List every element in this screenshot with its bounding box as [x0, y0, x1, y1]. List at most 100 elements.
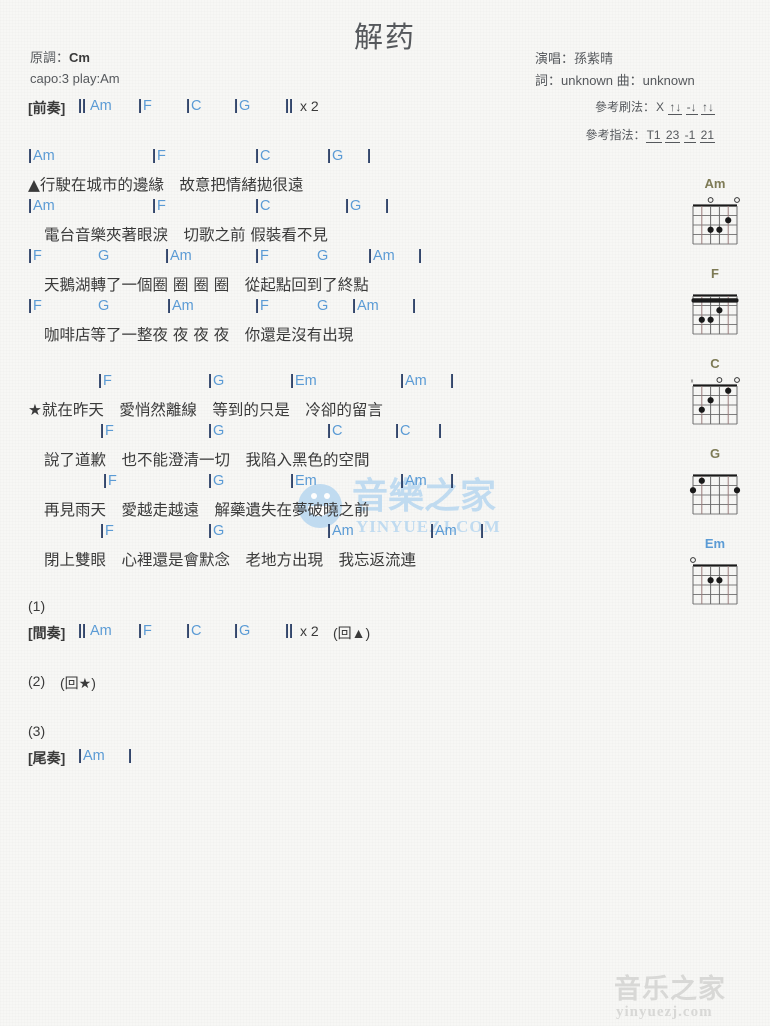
chord-g: G [239, 623, 251, 639]
chord-am: Am [357, 298, 379, 314]
chord-diagram-label: Em [704, 536, 726, 551]
bar-line: | [165, 248, 170, 264]
bar-line: | [438, 423, 443, 439]
annotation-text: (回▲) [333, 625, 371, 641]
chord-am: Am [172, 298, 194, 314]
bar-line: | [327, 148, 332, 164]
section-label: [前奏] [28, 100, 66, 116]
bar-line: | [208, 373, 213, 389]
chord-line: | F | G | Em | Am | [0, 373, 690, 398]
capo-row: capo:3 play:Am [30, 71, 120, 86]
chord-f: F [157, 148, 166, 164]
chord-am: Am [33, 148, 55, 164]
bar-line: | [255, 148, 260, 164]
chord-f: F [143, 623, 152, 639]
bar-line: | [138, 98, 143, 114]
chord-diagram-am: Am [672, 176, 758, 266]
lyric-line: 天鵝湖轉了一個圈 圈 圈 圈 從起點回到了終點 [0, 273, 690, 298]
chord-diagram-f: F [672, 266, 758, 356]
chord-line: [間奏] || Am | F | C | G || x 2 (回▲) [0, 623, 690, 648]
annotation-text: (回★) [60, 675, 96, 691]
chord-line: | F | G | C | C | [0, 423, 690, 448]
bar-line: | [208, 423, 213, 439]
chord-g: G [213, 423, 225, 439]
bar-line: | [418, 248, 423, 264]
chord-g: G [332, 148, 344, 164]
original-key-value: Cm [69, 50, 90, 65]
bar-line: | [395, 423, 400, 439]
bar-line: | [100, 523, 105, 539]
chord-f: F [33, 248, 42, 264]
bar-line: | [152, 148, 157, 164]
svg-text:x: x [691, 379, 694, 385]
lyric-text: 再見雨天 愛越走越遠 解藥遺失在夢破曉之前 [44, 501, 370, 519]
chord-am: Am [332, 523, 354, 539]
chord-am: Am [83, 748, 105, 764]
chord-c: C [332, 423, 343, 439]
bar-line: || [78, 98, 87, 114]
chord-line: (2) (回★) [0, 673, 690, 698]
section-label: [尾奏] [28, 750, 66, 766]
chord-g: G [98, 298, 110, 314]
finger-token-3: 21 [699, 128, 715, 143]
bar-line: | [208, 473, 213, 489]
chord-diagram-label: Am [704, 176, 726, 191]
lyric-line: 再見雨天 愛越走越遠 解藥遺失在夢破曉之前 [0, 498, 690, 523]
bar-line: | [138, 623, 143, 639]
chord-line: [尾奏] | Am | [0, 748, 690, 773]
bar-line: | [186, 623, 191, 639]
chord-g: G [350, 198, 362, 214]
chord-am: Am [90, 98, 112, 114]
bar-line: | [167, 298, 172, 314]
bar-line: | [400, 473, 405, 489]
chord-c: C [191, 98, 202, 114]
bar-line: | [186, 98, 191, 114]
finger-token-1: 23 [664, 128, 681, 143]
chord-f: F [33, 298, 42, 314]
chord-g: G [98, 248, 110, 264]
bar-line: | [367, 148, 372, 164]
chord-line: | F G | Am | F G | Am | [0, 298, 690, 323]
chord-am: Am [435, 523, 457, 539]
chord-line: | Am | F | C | G | [0, 198, 690, 223]
chord-line: | F | G | Em | Am | [0, 473, 690, 498]
chord-f: F [260, 248, 269, 264]
chord-line [0, 648, 690, 673]
bar-line: | [450, 473, 455, 489]
chord-g: G [239, 98, 251, 114]
annotation-text: (3) [28, 723, 46, 739]
bar-line: | [78, 748, 83, 764]
lyric-text: 咖啡店等了一整夜 夜 夜 夜 你還是沒有出現 [44, 326, 354, 344]
chord-diagram-grid [692, 197, 740, 245]
chord-g: G [317, 248, 329, 264]
bar-line: | [98, 373, 103, 389]
chord-diagram-label: C [710, 356, 720, 371]
chord-am: Am [405, 473, 427, 489]
bar-line: | [234, 623, 239, 639]
bar-line: | [400, 373, 405, 389]
credits-row: 詞：unknown 曲：unknown [535, 73, 695, 88]
bar-line: || [285, 98, 294, 114]
chord-diagram-grid [689, 474, 741, 515]
annotation-text: x 2 [300, 623, 319, 639]
chord-line: (1) [0, 598, 690, 623]
chord-f: F [157, 198, 166, 214]
chord-c: C [400, 423, 411, 439]
bar-line: | [100, 423, 105, 439]
strum-token-3: ↑↓ [701, 100, 715, 115]
bar-line: | [28, 248, 33, 264]
chord-am: Am [33, 198, 55, 214]
section-chorus: | F | G | Em | Am | ★就在昨天 愛悄然離線 等到的只是 冷卻的留言 | F | G | C… [0, 373, 690, 573]
lyric-text: ▲行駛在城市的邊緣 故意把情緒拋很遠 [28, 176, 304, 194]
chord-diagram-grid [691, 294, 739, 335]
section-verse-1: | Am | F | C | G | ▲行駛在城市的邊緣 故意把情緒拋很遠 | Am | F | C | G | 電台… [0, 148, 690, 348]
bar-line: | [345, 198, 350, 214]
bar-line: | [28, 298, 33, 314]
chord-f: F [105, 423, 114, 439]
lyric-text: 閉上雙眼 心裡還是會默念 老地方出現 我忘返流連 [44, 551, 417, 569]
chord-line: [前奏] || Am | F | C | G || x 2 [0, 98, 690, 123]
section-outro-block: (1) [間奏] || Am | F | C | G || x 2 (回▲) (2) (回★) (3) [尾奏]… [0, 598, 690, 773]
chord-am: Am [90, 623, 112, 639]
bar-line: | [450, 373, 455, 389]
bar-line: | [430, 523, 435, 539]
